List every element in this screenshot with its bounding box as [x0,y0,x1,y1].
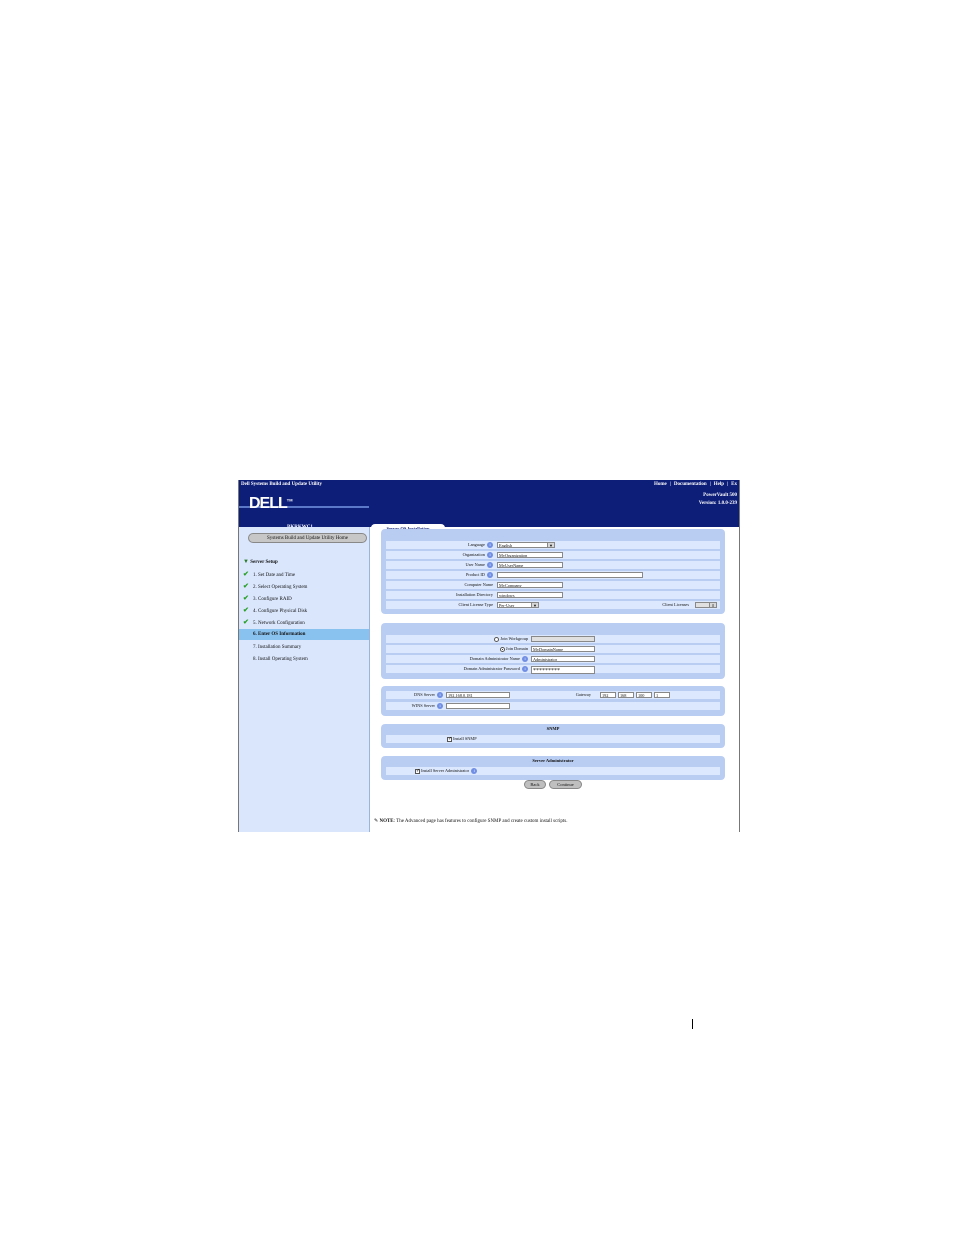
note-text: ✎ NOTE: The Advanced page has features t… [374,819,568,824]
installdir-input[interactable]: windows [497,592,563,598]
app-window: Dell Systems Build and Update Utility Ho… [238,480,740,832]
checkmark-icon: ✔ [243,582,249,590]
help-link[interactable]: Help [714,480,724,489]
dns-input[interactable]: 192.168.0.181 [446,692,510,698]
sidebar: Systems Build and Update Utility Home ▼ … [239,527,370,832]
computername-input[interactable]: MyCompany [497,582,563,588]
chevron-down-icon: ▼ [547,543,554,547]
language-label: Language i [386,541,493,549]
help-icon[interactable]: i [437,703,443,710]
help-icon[interactable]: i [522,656,528,663]
language-select[interactable]: English ▼ [497,542,555,548]
header: DELLTM BKRKWC1 PowerVault 500 Version: 1… [239,489,739,534]
documentation-link[interactable]: Documentation [674,480,707,489]
help-icon[interactable]: i [522,666,528,673]
title-bar: Dell Systems Build and Update Utility Ho… [239,480,739,489]
spinner-arrows-icon: ⇕ [709,603,716,607]
join-workgroup-option[interactable]: Join Workgroup [386,635,528,643]
sidebar-step-7[interactable]: 7. Installation Summary [243,642,369,653]
admin-name-input[interactable]: Administrator [531,656,595,662]
back-button[interactable]: Back [524,780,546,789]
organization-label: Organization i [386,551,493,559]
expand-arrow-icon: ▼ [243,559,249,565]
sidebar-step-3[interactable]: ✔ 3. Configure RAID [243,593,369,604]
sidebar-step-5[interactable]: ✔ 5. Network Configuration [243,617,369,628]
admin-password-input[interactable]: ********* [531,666,595,674]
sidebar-step-4[interactable]: ✔ 4. Configure Physical Disk [243,605,369,616]
installdir-label: Installation Directory [456,592,493,597]
server-admin-title: Server Administrator [532,758,574,763]
server-setup-heading: ▼ Server Setup [243,559,278,565]
organization-input[interactable]: MyOrganization [497,552,563,558]
admin-password-label: Domain Administrator Password i [386,665,528,673]
checkmark-icon: ✔ [243,618,249,626]
sidebar-step-8[interactable]: 8. Install Operating System [243,654,369,665]
workgroup-input[interactable] [531,636,595,642]
gateway-octet-3[interactable]: 100 [636,692,652,698]
sidebar-step-2[interactable]: ✔ 2. Select Operating System [243,581,369,592]
home-link[interactable]: Home [654,480,667,489]
install-server-admin-checkbox[interactable]: ✓ [415,768,420,774]
continue-button[interactable]: Continue [549,780,582,789]
top-links: Home | Documentation | Help | Ex [653,480,737,489]
sidebar-step-6[interactable]: 6. Enter OS Information [239,629,369,640]
licensetype-select[interactable]: Per-User ▼ [497,602,539,608]
chevron-down-icon: ▼ [531,603,538,607]
exit-link[interactable]: Ex [731,480,737,489]
note-icon: ✎ [374,819,379,824]
install-snmp-checkbox[interactable]: ✓ [447,736,452,742]
checkmark-icon: ✔ [243,606,249,614]
gateway-label: Gateway [575,692,591,697]
utility-home-button[interactable]: Systems Build and Update Utility Home [248,533,367,543]
domain-radio[interactable] [499,646,505,652]
computername-label: Computer Name [464,582,493,587]
snmp-title: SNMP [546,726,560,731]
product-info: PowerVault 500 Version: 1.0.0-239 [699,492,737,508]
gateway-octet-4[interactable]: 1 [654,692,670,698]
productid-input[interactable] [497,572,643,578]
username-label: User Name i [386,561,493,569]
help-icon[interactable]: i [437,692,443,699]
help-icon[interactable]: i [487,542,493,549]
dns-label: DNS Server i [386,691,443,699]
gateway-octet-1[interactable]: 192 [600,692,616,698]
gateway-octet-2[interactable]: 168 [618,692,634,698]
username-input[interactable]: MyUserName [497,562,563,568]
clientlicenses-spinner[interactable]: ⇕ [695,602,717,608]
help-icon[interactable]: i [487,552,493,559]
productid-label: Product ID i [386,571,493,579]
admin-name-label: Domain Administrator Name i [386,655,528,663]
window-title: Dell Systems Build and Update Utility [241,482,322,487]
product-version: Version: 1.0.0-239 [698,501,737,506]
dell-logo: DELLTM [249,495,293,512]
domain-panel: Join Workgroup Join Domain MyDomainName … [381,623,725,679]
install-server-admin-option[interactable]: ✓ Install Server Administrator i [415,767,478,775]
help-icon[interactable]: i [487,562,493,569]
install-snmp-option[interactable]: ✓ Install SNMP [447,735,477,743]
product-name: PowerVault 500 [703,493,737,498]
server-admin-panel: Server Administrator ✓ Install Server Ad… [381,756,725,780]
checkmark-icon: ✔ [243,570,249,578]
main-content: Language i English ▼ Organization i MyOrg… [370,527,739,832]
wins-input[interactable] [446,703,510,709]
sidebar-step-1[interactable]: ✔ 1. Set Date and Time [243,569,369,580]
domain-input[interactable]: MyDomainName [531,646,595,652]
network-panel: DNS Server i 192.168.0.181 WINS Server i… [381,686,725,716]
licensetype-label: Client License Type [458,602,493,607]
os-info-panel: Language i English ▼ Organization i MyOrg… [381,529,725,614]
checkmark-icon: ✔ [243,594,249,602]
help-icon[interactable]: i [487,572,493,579]
wins-label: WINS Server i [386,702,443,710]
clientlicenses-label: Client Licenses [662,602,689,607]
join-domain-option[interactable]: Join Domain [386,645,528,653]
help-icon[interactable]: i [471,768,478,775]
snmp-panel: SNMP ✓ Install SNMP [381,724,725,748]
workgroup-radio[interactable] [494,636,500,642]
page-marker [692,1019,693,1029]
